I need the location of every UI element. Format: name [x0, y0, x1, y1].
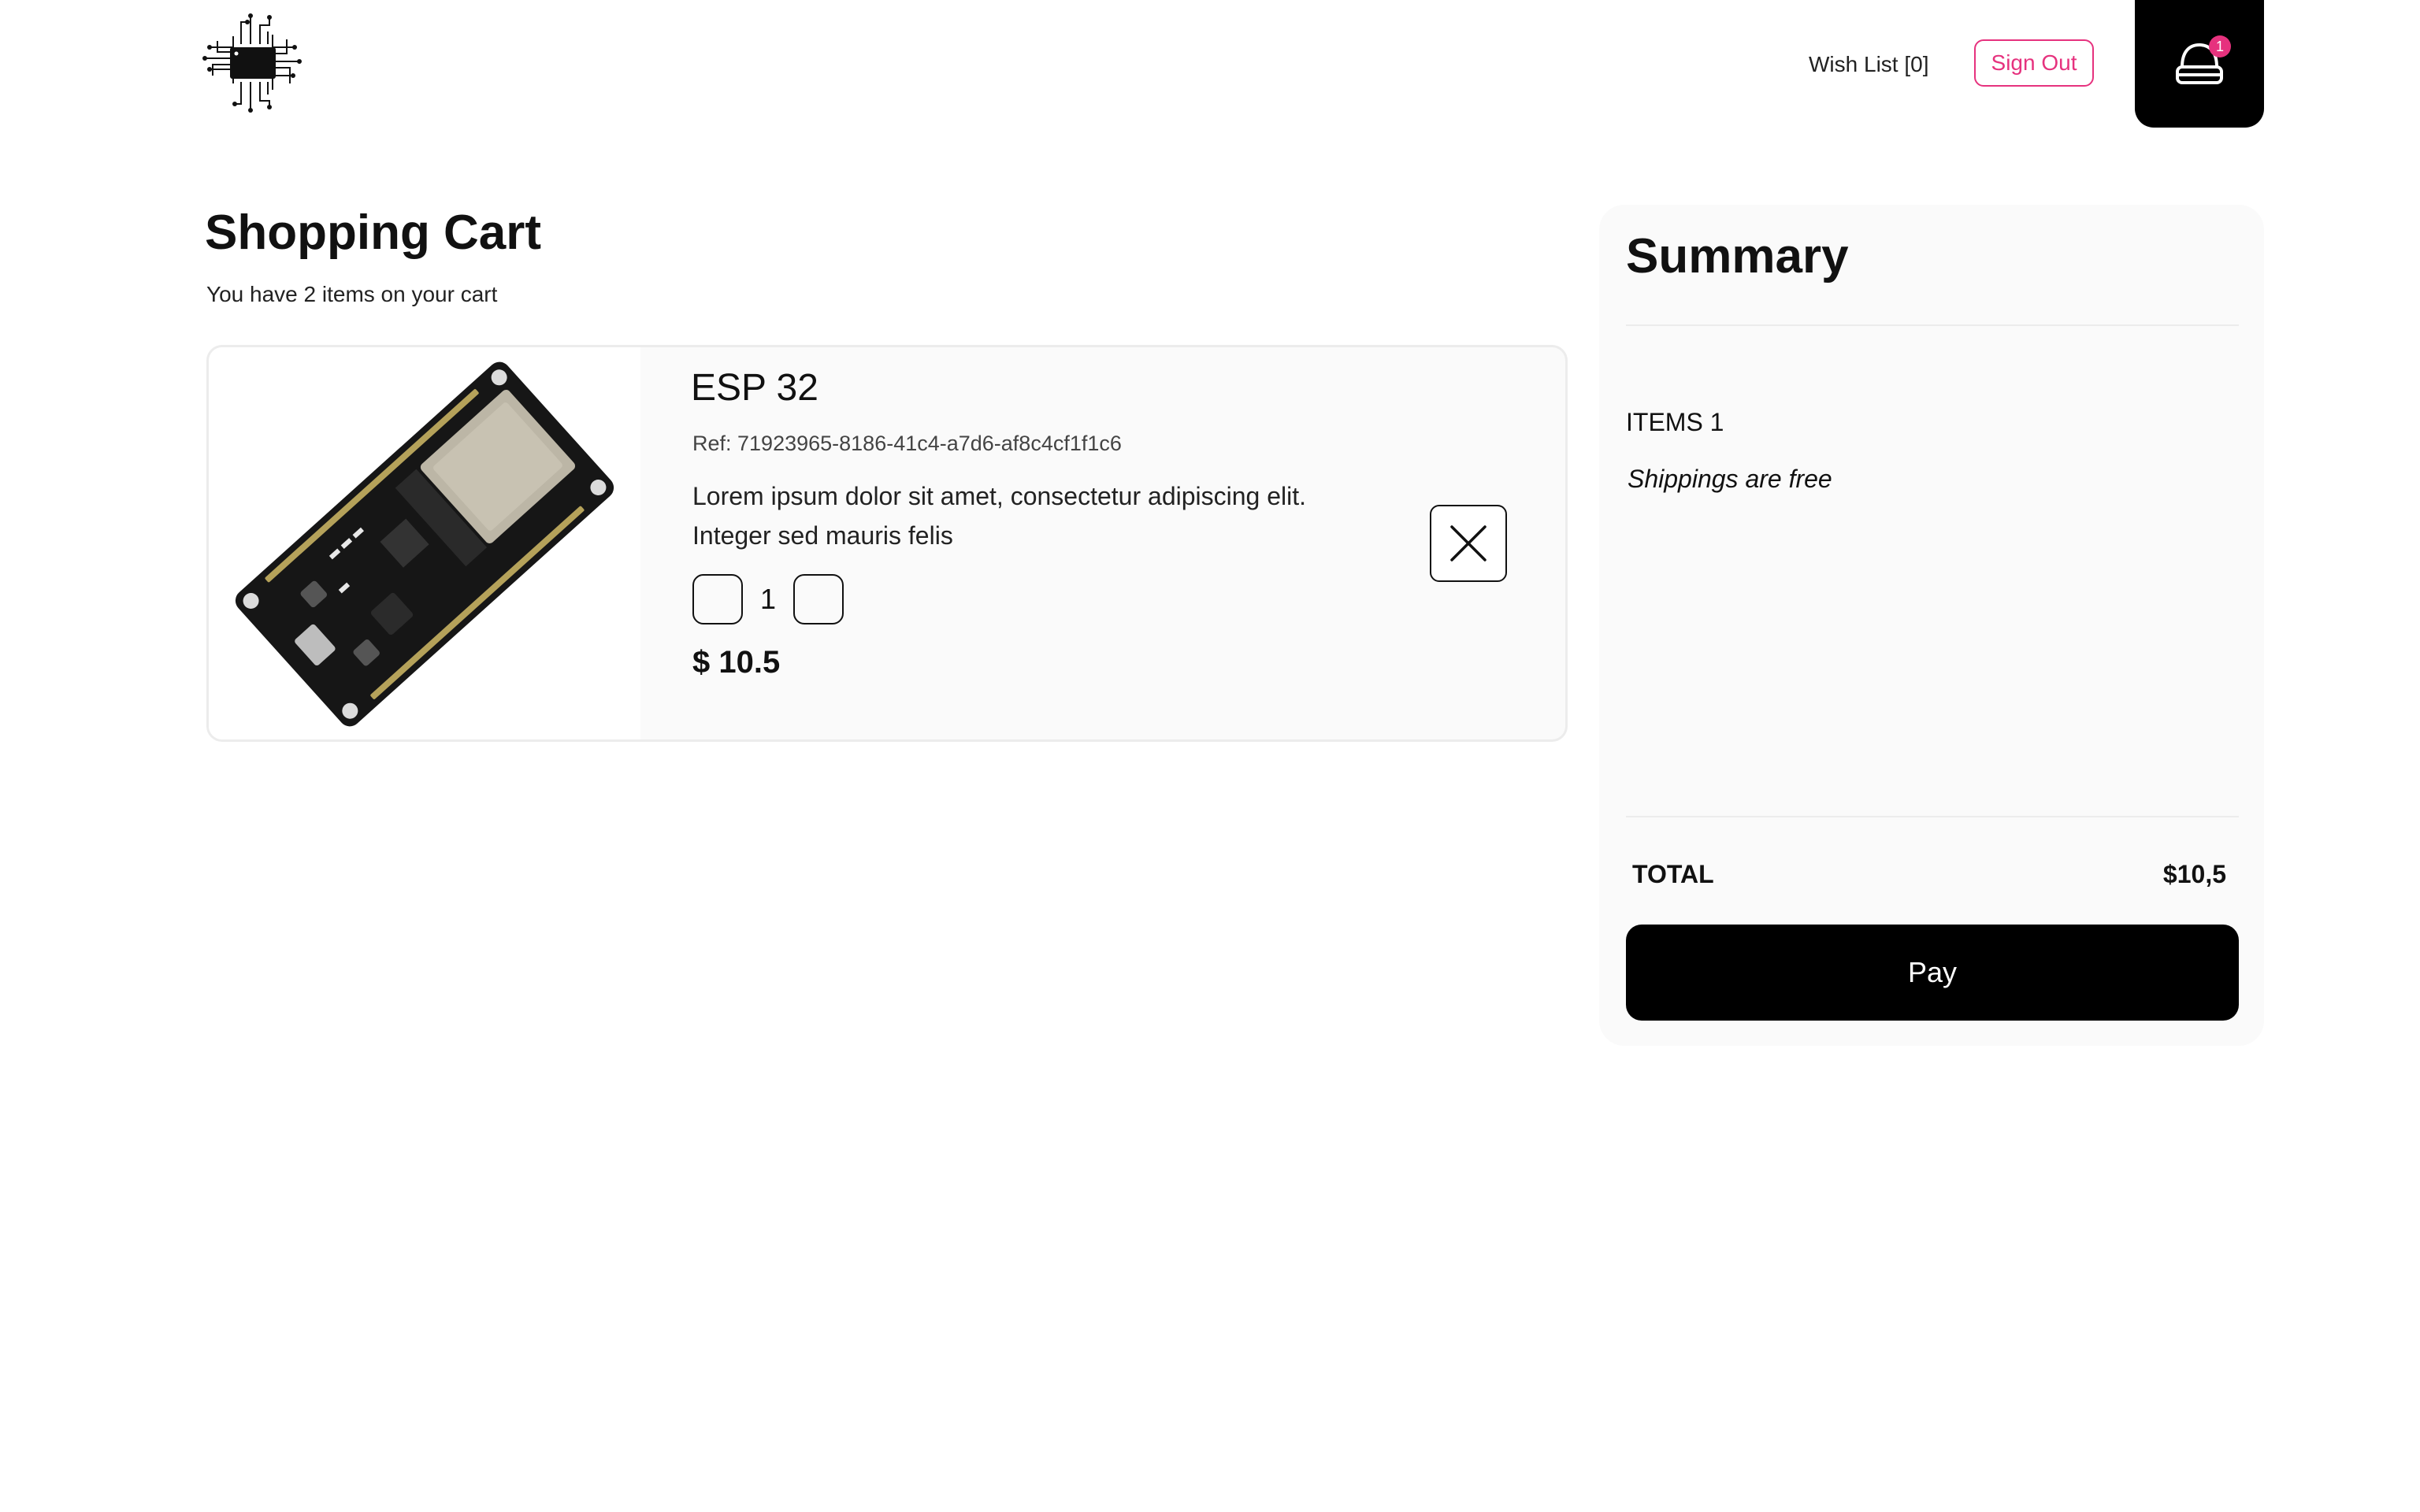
summary-divider — [1626, 324, 2239, 326]
remove-item-button[interactable] — [1430, 505, 1507, 582]
total-label: TOTAL — [1632, 860, 1714, 888]
quantity-increase-button[interactable] — [793, 574, 844, 624]
close-icon — [1450, 525, 1487, 561]
shipping-note: Shippings are free — [1628, 465, 1832, 493]
item-name: ESP 32 — [691, 367, 818, 409]
item-description: Lorem ipsum dolor sit amet, consectetur … — [692, 482, 1307, 550]
shopping-bag-icon: 1 — [2171, 35, 2231, 92]
quantity-value: 1 — [759, 583, 777, 615]
total-value: $10,5 — [2162, 860, 2226, 888]
sign-out-button[interactable]: Sign Out — [1974, 39, 2094, 87]
summary-title: Summary — [1626, 229, 1849, 284]
cart-button[interactable]: 1 — [2135, 0, 2264, 128]
pay-button[interactable]: Pay — [1626, 925, 2239, 1021]
quantity-decrease-button[interactable] — [692, 574, 743, 624]
logo[interactable] — [202, 13, 302, 113]
circuit-chip-icon — [202, 13, 302, 113]
item-price: $ 10.5 — [692, 645, 781, 680]
esp32-board-image — [209, 347, 640, 739]
item-ref: Ref: 71923965-8186-41c4-a7d6-af8c4cf1f1c… — [692, 432, 1122, 455]
cart-item: ESP 32 Ref: 71923965-8186-41c4-a7d6-af8c… — [206, 345, 1568, 742]
page-title: Shopping Cart — [205, 206, 542, 260]
wishlist-link[interactable]: Wish List [0] — [1809, 50, 1928, 79]
cart-item-count: You have 2 items on your cart — [206, 282, 498, 306]
summary-divider — [1626, 816, 2239, 817]
summary-items-count: ITEMS 1 — [1626, 408, 1724, 436]
order-summary: Summary ITEMS 1 Shippings are free TOTAL… — [1599, 205, 2264, 1046]
cart-count-badge: 1 — [2209, 35, 2231, 57]
